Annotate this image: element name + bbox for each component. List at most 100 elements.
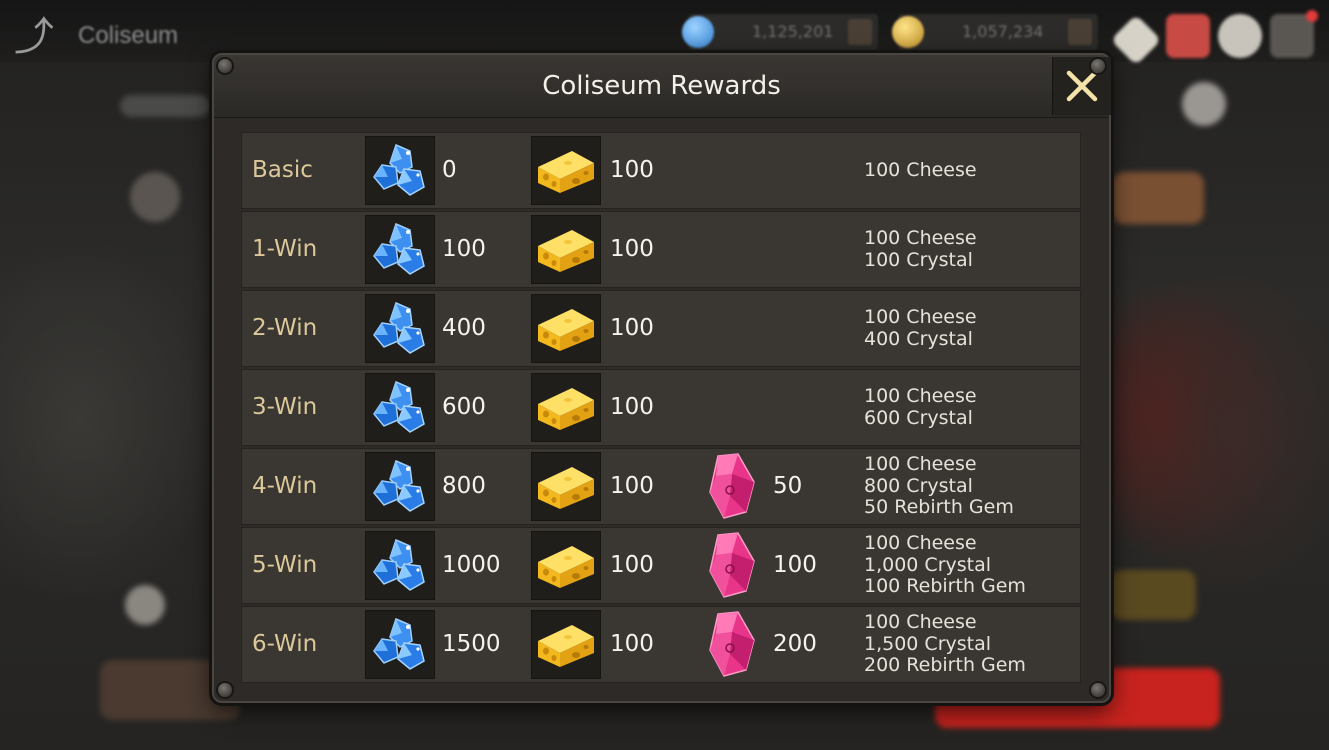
reward-summary-line: 200 Rebirth Gem (864, 654, 1026, 677)
reward-summary: 100 Cheese 100 Crystal (864, 212, 977, 287)
reward-summary-line: 100 Cheese (864, 158, 977, 181)
crystal-currency: 1,125,201 (682, 14, 878, 50)
rebirth-gem-slot (704, 452, 760, 521)
reward-row: Basic 0 100 100 Cheese (241, 132, 1081, 209)
cheese-icon (538, 388, 594, 430)
reward-summary-line: 400 Crystal (864, 327, 973, 350)
blue-crystal-icon (373, 301, 425, 354)
rebirth-gem-slot (704, 531, 760, 600)
cheese-icon-box (531, 136, 601, 205)
reward-summary-line: 1,500 Crystal (864, 632, 992, 655)
back-arrow-icon[interactable]: ⤴ (10, 14, 58, 60)
reward-summary: 100 Cheese 1,000 Crystal 100 Rebirth Gem (864, 528, 1026, 603)
reward-summary: 100 Cheese (864, 133, 977, 208)
reward-summary: 100 Cheese 800 Crystal 50 Rebirth Gem (864, 449, 1014, 524)
rebirth-gem-amount: 100 (773, 552, 817, 578)
gold-currency-icon (892, 16, 924, 48)
cheese-amount: 100 (610, 157, 654, 183)
cheese-icon-box (531, 294, 601, 363)
rebirth-gem-amount: 200 (773, 631, 817, 657)
blue-crystal-icon (373, 459, 425, 512)
crystal-icon-box (365, 610, 435, 679)
reward-summary-line: 100 Cheese (864, 385, 977, 407)
crystal-amount: 600 (442, 394, 486, 420)
cheese-icon-box (531, 452, 601, 521)
screen-title: Coliseum (78, 22, 179, 49)
rewards-table: Basic 0 100 100 Cheese 1-Win 100 100 100… (241, 132, 1081, 685)
reward-summary-line: 100 Crystal (864, 248, 973, 271)
reward-summary-line: 50 Rebirth Gem (864, 496, 1014, 519)
crystal-icon-box (365, 531, 435, 600)
dialog-title: Coliseum Rewards (542, 71, 781, 101)
reward-summary: 100 Cheese 400 Crystal (864, 291, 977, 366)
add-gold-button[interactable] (1068, 19, 1092, 45)
cheese-icon (538, 467, 594, 509)
blue-crystal-icon (373, 222, 425, 275)
background-button-orange (1112, 172, 1204, 224)
reward-row: 3-Win 600 100 100 Cheese 600 Crystal (241, 369, 1081, 446)
reward-summary: 100 Cheese 1,500 Crystal 200 Rebirth Gem (864, 607, 1026, 682)
reward-summary-line: 100 Cheese (864, 306, 977, 328)
crystal-amount: 1500 (442, 631, 501, 657)
reward-tier-label: 5-Win (252, 552, 318, 578)
cheese-amount: 100 (610, 473, 654, 499)
reward-row: 1-Win 100 100 100 Cheese 100 Crystal (241, 211, 1081, 288)
rebirth-gem-amount: 50 (773, 473, 803, 499)
dialog-header: Coliseum Rewards (214, 55, 1111, 118)
crystal-amount: 1000 (442, 552, 501, 578)
reward-tier-label: 2-Win (252, 315, 318, 341)
cheese-icon (538, 625, 594, 667)
reward-row: 2-Win 400 100 100 Cheese 400 Crystal (241, 290, 1081, 367)
reward-tier-label: Basic (252, 157, 313, 183)
reward-tier-label: 6-Win (252, 631, 318, 657)
reward-summary-line: 100 Cheese (864, 611, 977, 634)
menu-icon[interactable] (1270, 10, 1318, 58)
diamond-menu-icon[interactable] (1110, 14, 1162, 66)
reward-tier-label: 1-Win (252, 236, 318, 262)
cheese-amount: 100 (610, 236, 654, 262)
profile-icon[interactable] (1218, 14, 1262, 58)
cheese-amount: 100 (610, 315, 654, 341)
cheese-icon (538, 309, 594, 351)
crystal-amount: 0 (442, 157, 457, 183)
corner-rivet (1091, 683, 1105, 697)
reward-row: 5-Win 1000 100 100 100 Cheese 1,000 Crys… (241, 527, 1081, 604)
reward-summary-line: 1,000 Crystal (864, 553, 992, 576)
corner-rivet (218, 683, 232, 697)
reward-tier-label: 4-Win (252, 473, 318, 499)
cheese-icon-box (531, 373, 601, 442)
crystal-amount: 1,125,201 (752, 22, 834, 41)
blue-crystal-icon (373, 143, 425, 196)
gift-icon[interactable] (1166, 14, 1210, 58)
blue-crystal-icon (373, 538, 425, 591)
crystal-amount: 400 (442, 315, 486, 341)
cheese-icon (538, 546, 594, 588)
blue-crystal-icon (373, 380, 425, 433)
crystal-amount: 800 (442, 473, 486, 499)
reward-summary-line: 100 Cheese (864, 227, 977, 249)
cheese-amount: 100 (610, 394, 654, 420)
rebirth-gem-icon (709, 611, 755, 677)
cheese-icon-box (531, 610, 601, 679)
add-crystal-button[interactable] (848, 19, 872, 45)
corner-rivet (218, 59, 232, 73)
crystal-icon-box (365, 136, 435, 205)
cheese-amount: 100 (610, 631, 654, 657)
reward-summary-line: 600 Crystal (864, 406, 973, 429)
crystal-icon-box (365, 294, 435, 363)
reward-summary: 100 Cheese 600 Crystal (864, 370, 977, 445)
gold-currency: 1,057,234 (892, 14, 1098, 50)
close-icon (1066, 70, 1098, 102)
crystal-currency-icon (682, 16, 714, 48)
cheese-icon (538, 230, 594, 272)
crystal-icon-box (365, 452, 435, 521)
crystal-amount: 100 (442, 236, 486, 262)
background-avatar (130, 172, 180, 222)
rebirth-gem-icon (709, 453, 755, 519)
background-small-icon (125, 585, 165, 625)
cheese-icon-box (531, 531, 601, 600)
cheese-icon (538, 151, 594, 193)
reward-row: 4-Win 800 100 50 100 Cheese 800 Crystal … (241, 448, 1081, 525)
background-round-icon (1182, 82, 1226, 126)
reward-summary-line: 100 Cheese (864, 532, 977, 555)
